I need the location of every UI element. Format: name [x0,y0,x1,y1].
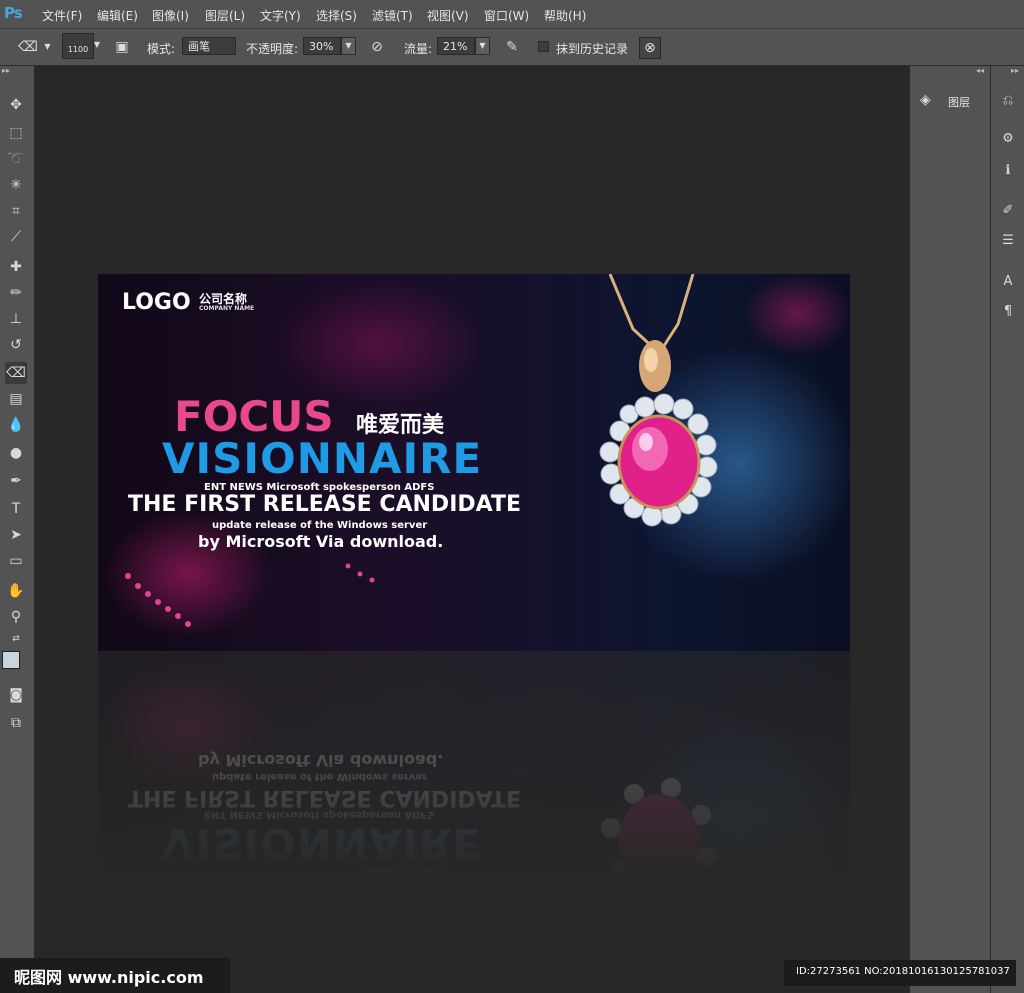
lasso-tool-icon[interactable]: ➰ [5,148,27,170]
shape-tool-icon[interactable]: ▭ [5,550,27,572]
hand-tool-icon[interactable]: ✋ [5,580,27,602]
healing-brush-icon[interactable]: ✚ [5,256,27,278]
menu-bar: Ps 文件(F) 编辑(E) 图像(I) 图层(L) 文字(Y) 选择(S) 滤… [0,0,1024,29]
marquee-tool-icon[interactable]: ⬚ [5,122,27,144]
collapse-toolbar-icon[interactable]: ▸▸ [2,66,10,75]
eyedropper-icon[interactable]: ⟋ [5,226,27,248]
erase-history-label: 抹到历史记录 [556,42,629,56]
eraser-tool-icon[interactable]: ⌫ [18,37,38,57]
collapse-dock-icon[interactable]: ◂◂ [976,66,984,75]
properties-panel-icon[interactable]: ⚙ [997,128,1019,150]
brush-dropdown-icon[interactable]: ▼ [92,37,102,55]
paragraph-panel-icon[interactable]: ¶ [997,301,1019,323]
menu-select[interactable]: 选择(S) [316,7,357,24]
size-pressure-icon[interactable]: ⊗ [639,37,661,59]
magic-wand-icon[interactable]: ✳ [5,174,27,196]
character-panel-icon[interactable]: A [997,271,1019,293]
artwork-reflection: 唯爱而美 VISIONNAIRE ENT NEWS Microsoft spok… [98,651,850,881]
flow-field[interactable]: 21% [437,37,475,55]
headline-visionnaire: VISIONNAIRE [162,434,483,483]
menu-help[interactable]: 帮助(H) [544,7,586,24]
flow-label: 流量: [404,42,433,56]
clone-stamp-icon[interactable]: ⊥ [5,308,27,330]
type-tool-icon[interactable]: T [5,498,27,520]
screen-mode-icon[interactable]: ⧉ [5,712,27,734]
collapse-right-dock-icon[interactable]: ▸▸ [1011,66,1019,75]
options-bar: ⌫ ▼ 1100 ▼ ▣ 模式: 画笔 不透明度: 30% ▼ ⊘ 流量: 21… [0,29,1024,66]
opacity-field[interactable]: 30% [303,37,341,55]
menu-file[interactable]: 文件(F) [42,7,82,24]
watermark-id: ID:27273561 NO:20181016130125781037 [796,966,1010,977]
watermark-site: 昵图网 www.nipic.com [14,968,204,987]
menu-window[interactable]: 窗口(W) [484,7,529,24]
subtitle-line3: update release of the Windows server [212,520,428,531]
tools-panel: ▸▸ ✥ ⬚ ➰ ✳ ⌗ ⟋ ✚ ✏ ⊥ ↺ ⌫ ▤ 💧 ● ✒ T ➤ ▭ ✋… [0,66,35,993]
foreground-color-swatch[interactable] [2,651,20,669]
erase-history-checkbox[interactable] [538,41,549,52]
move-tool-icon[interactable]: ✥ [5,94,27,116]
crop-tool-icon[interactable]: ⌗ [5,200,27,222]
path-selection-icon[interactable]: ➤ [5,524,27,546]
brush-panel-icon[interactable]: ▣ [112,37,132,57]
menu-view[interactable]: 视图(V) [427,7,469,24]
flow-dropdown-icon[interactable]: ▼ [475,37,490,55]
quick-mask-icon[interactable]: ◙ [5,684,27,706]
logo-text: LOGO [122,290,191,315]
menu-layer[interactable]: 图层(L) [205,7,245,24]
adjustments-panel-icon[interactable]: ☰ [997,230,1019,252]
brush-tool-icon[interactable]: ✏ [5,282,27,304]
reflection-line2: THE FIRST RELEASE CANDIDATE [128,785,521,810]
menu-filter[interactable]: 滤镜(T) [372,7,413,24]
layers-panel-label[interactable]: 图层 [948,94,970,110]
menu-type[interactable]: 文字(Y) [260,7,301,24]
dodge-tool-icon[interactable]: ● [5,442,27,464]
tool-preset-dropdown-icon[interactable]: ▼ [40,39,55,57]
brush-size-box[interactable]: 1100 [62,33,94,59]
swap-colors-icon[interactable]: ⇄ [5,628,27,650]
reflection-line3: update release of the Windows server [212,771,428,782]
pen-tool-icon[interactable]: ✒ [5,470,27,492]
opacity-dropdown-icon[interactable]: ▼ [341,37,356,55]
zoom-tool-icon[interactable]: ⚲ [5,606,27,628]
opacity-pressure-icon[interactable]: ⊘ [367,37,387,57]
reflection-line4: by Microsoft Via download. [198,751,444,770]
info-panel-icon[interactable]: ℹ [997,160,1019,182]
menu-image[interactable]: 图像(I) [152,7,189,24]
blur-tool-icon[interactable]: 💧 [5,414,27,436]
menu-edit[interactable]: 编辑(E) [97,7,138,24]
eraser-tool-icon[interactable]: ⌫ [5,362,27,384]
gradient-tool-icon[interactable]: ▤ [5,388,27,410]
reflection-headline-visionnaire: VISIONNAIRE [162,819,483,868]
opacity-label: 不透明度: [246,42,299,56]
airbrush-icon[interactable]: ✎ [502,37,522,57]
mode-select[interactable]: 画笔 [182,37,236,55]
reflection-line1: ENT NEWS Microsoft spokesperson ADFS [204,809,435,820]
history-panel-icon[interactable]: ⎌ [997,90,1019,112]
icon-panel-dock: ▸▸ ⎌ ⚙ ℹ ✐ ☰ A ¶ [990,66,1024,993]
subtitle-line2: THE FIRST RELEASE CANDIDATE [128,492,521,517]
subtitle-line4: by Microsoft Via download. [198,532,444,551]
mode-label: 模式: [147,42,176,56]
banner-artwork: LOGO 公司名称 COMPANY NAME FOCUS 唯爱而美 VISION… [98,274,850,651]
photoshop-logo: Ps [4,4,23,22]
history-brush-icon[interactable]: ↺ [5,334,27,356]
layers-panel-dock: ◂◂ ◈ 图层 [909,66,990,993]
brush-presets-icon[interactable]: ✐ [997,200,1019,222]
layers-icon[interactable]: ◈ [920,92,931,108]
company-name-en: COMPANY NAME [199,305,255,312]
